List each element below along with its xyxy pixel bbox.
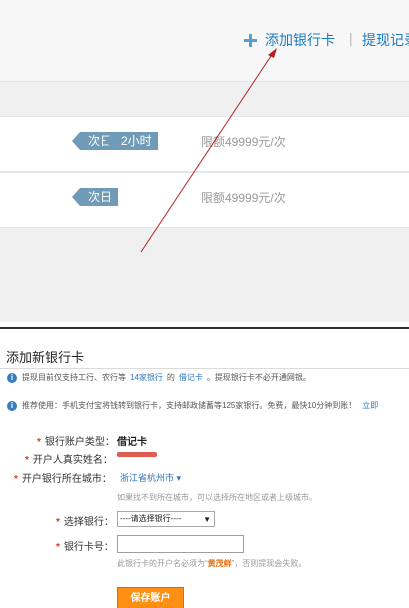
recommend-notice: i 推荐使用：手机支付宝将钱转到银行卡，支持邮政储蓄等125家银行。免费，最快1…: [7, 400, 378, 411]
info-icon: i: [7, 400, 17, 411]
debit-card-link[interactable]: 借记卡: [179, 372, 203, 383]
account-type-label: * 银行账户类型：: [37, 437, 115, 448]
info-icon: i: [7, 372, 17, 383]
notice-end: 。提现银行卡不必开通网银。: [206, 373, 311, 382]
required-marker: *: [14, 474, 18, 485]
required-marker: *: [56, 542, 60, 553]
account-type-value: 借记卡: [117, 437, 147, 448]
card-number-label: * 银行卡号：: [56, 542, 114, 553]
notice-middle: 的: [166, 373, 175, 382]
recommend-link[interactable]: 立即: [362, 400, 378, 411]
redacted-name: [117, 452, 157, 457]
save-account-button[interactable]: 保存账户: [117, 587, 184, 608]
chevron-down-icon: ▼: [203, 515, 211, 524]
top-panel: 添加银行卡 | 提现记录 次日 2小时 限额49999元/次 次日 限额4999…: [0, 0, 409, 322]
bank-select[interactable]: ----请选择银行---- ▼: [117, 511, 215, 527]
city-label: * 开户银行所在城市：: [14, 474, 112, 485]
bank-select-label: * 选择银行：: [56, 517, 114, 528]
required-marker: *: [37, 437, 41, 448]
city-hint: 如果找不到所在城市，可以选择所在地区或者上级城市。: [117, 493, 317, 502]
notice-text: 提现目前仅支持工行、农行等: [22, 373, 126, 382]
recommend-text: 推荐使用：手机支付宝将钱转到银行卡，支持邮政储蓄等125家银行。免费，最快10分…: [22, 401, 357, 410]
add-bank-card-dialog: 添加新银行卡 i 提现目前仅支持工行、农行等 14家银行 的 借记卡 。提现银行…: [0, 327, 409, 608]
dialog-title: 添加新银行卡: [6, 350, 85, 365]
required-marker: *: [56, 517, 60, 528]
supported-banks-link[interactable]: 14家银行: [130, 372, 163, 383]
withdraw-notice: i 提现目前仅支持工行、农行等 14家银行 的 借记卡 。提现银行卡不必开通网银…: [7, 372, 311, 383]
title-divider: [0, 368, 409, 369]
annotation-arrow: [140, 48, 277, 253]
card-name-hint: 此银行卡的开户名必须为“黄茂鲜”，否则提现会失败。: [117, 559, 307, 568]
required-marker: *: [25, 455, 29, 466]
card-number-input[interactable]: [117, 535, 244, 553]
city-select[interactable]: 浙江省杭州市 ▾: [120, 471, 181, 484]
real-name-label: * 开户人真实姓名：: [25, 455, 113, 466]
